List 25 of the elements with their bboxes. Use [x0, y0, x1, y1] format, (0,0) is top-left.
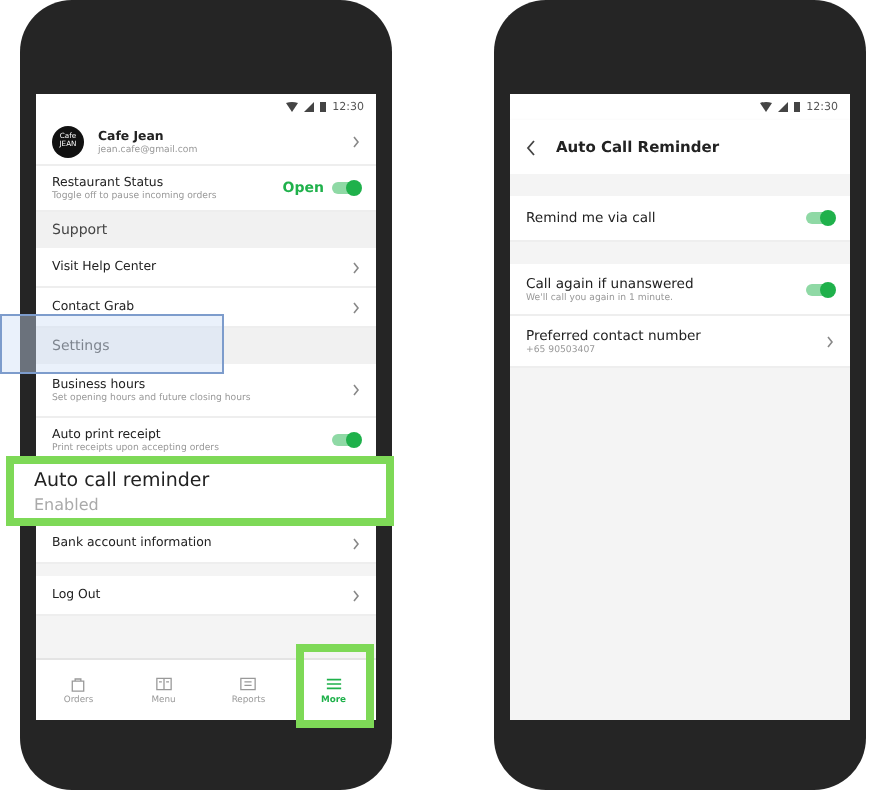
- book-icon: [153, 674, 174, 694]
- toggle-switch[interactable]: [332, 434, 360, 446]
- battery-icon: [320, 102, 327, 112]
- back-icon[interactable]: [526, 139, 536, 155]
- signal-icon: [304, 102, 315, 112]
- chevron-right-icon: [352, 589, 360, 601]
- chevron-right-icon: [352, 301, 360, 313]
- chevron-right-icon: [352, 384, 360, 396]
- toggle-switch[interactable]: [332, 182, 360, 194]
- toggle-switch[interactable]: [806, 212, 834, 224]
- chevron-right-icon: [352, 136, 360, 148]
- highlight-frame: [295, 644, 373, 728]
- callout-title: Auto call reminder: [34, 469, 212, 491]
- wifi-icon: [286, 102, 299, 112]
- chevron-right-icon: [352, 537, 360, 549]
- chevron-right-icon: [352, 261, 360, 273]
- battery-icon: [794, 102, 801, 112]
- document-icon: [238, 674, 259, 694]
- menu-icon: [323, 674, 344, 694]
- wifi-icon: [760, 102, 773, 112]
- chevron-right-icon: [826, 335, 834, 347]
- callout-status: Enabled: [34, 495, 101, 513]
- signal-icon: [778, 102, 789, 112]
- toggle-switch[interactable]: [806, 283, 834, 295]
- bag-icon: [68, 674, 89, 694]
